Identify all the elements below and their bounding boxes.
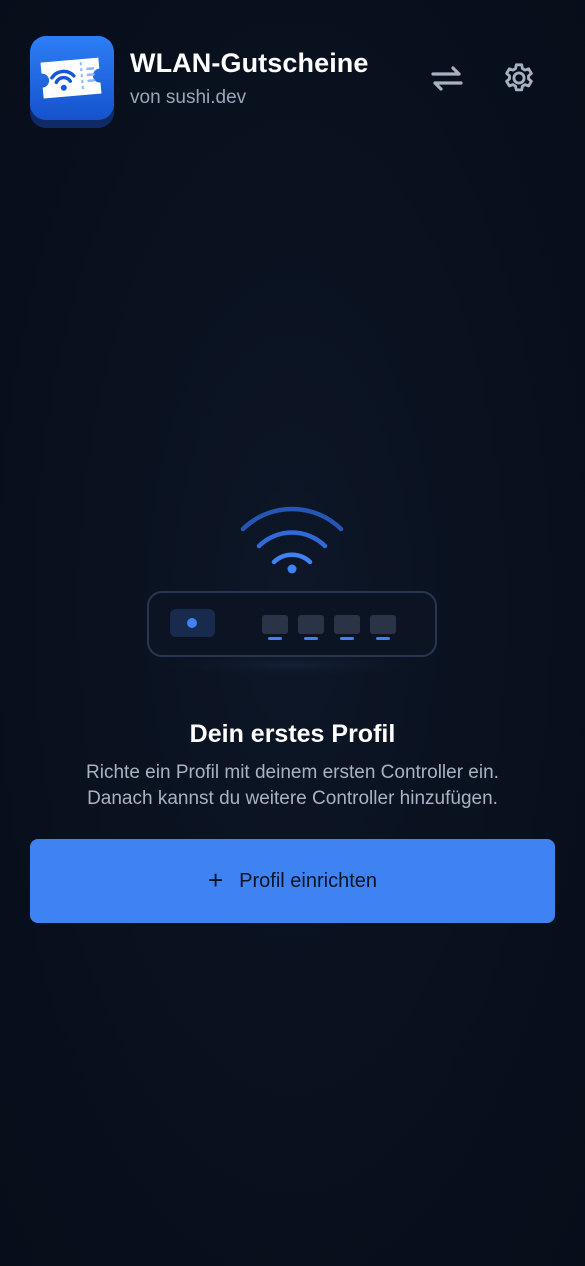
settings-button[interactable] [499, 58, 539, 98]
empty-state-title: Dein erstes Profil [189, 720, 396, 748]
app-subtitle: von sushi.dev [130, 87, 247, 108]
setup-profile-button[interactable]: + Profil einrichten [30, 839, 555, 923]
empty-state-description: Richte ein Profil mit deinem ersten Cont… [0, 760, 585, 812]
gear-icon [505, 63, 533, 92]
router-wifi-illustration [140, 500, 445, 685]
app-title: WLAN-Gutscheine [130, 48, 369, 78]
wifi-ticket-icon [30, 36, 114, 128]
description-line-1: Richte ein Profil mit deinem ersten Cont… [86, 762, 499, 783]
description-line-2: Danach kannst du weitere Controller hinz… [87, 788, 498, 809]
setup-profile-label: Profil einrichten [239, 869, 378, 892]
plus-icon: + [207, 864, 224, 895]
switch-profile-button[interactable] [427, 58, 467, 98]
swap-arrows-icon [431, 66, 463, 91]
app-header: WLAN-Gutscheine von sushi.dev [30, 36, 555, 130]
